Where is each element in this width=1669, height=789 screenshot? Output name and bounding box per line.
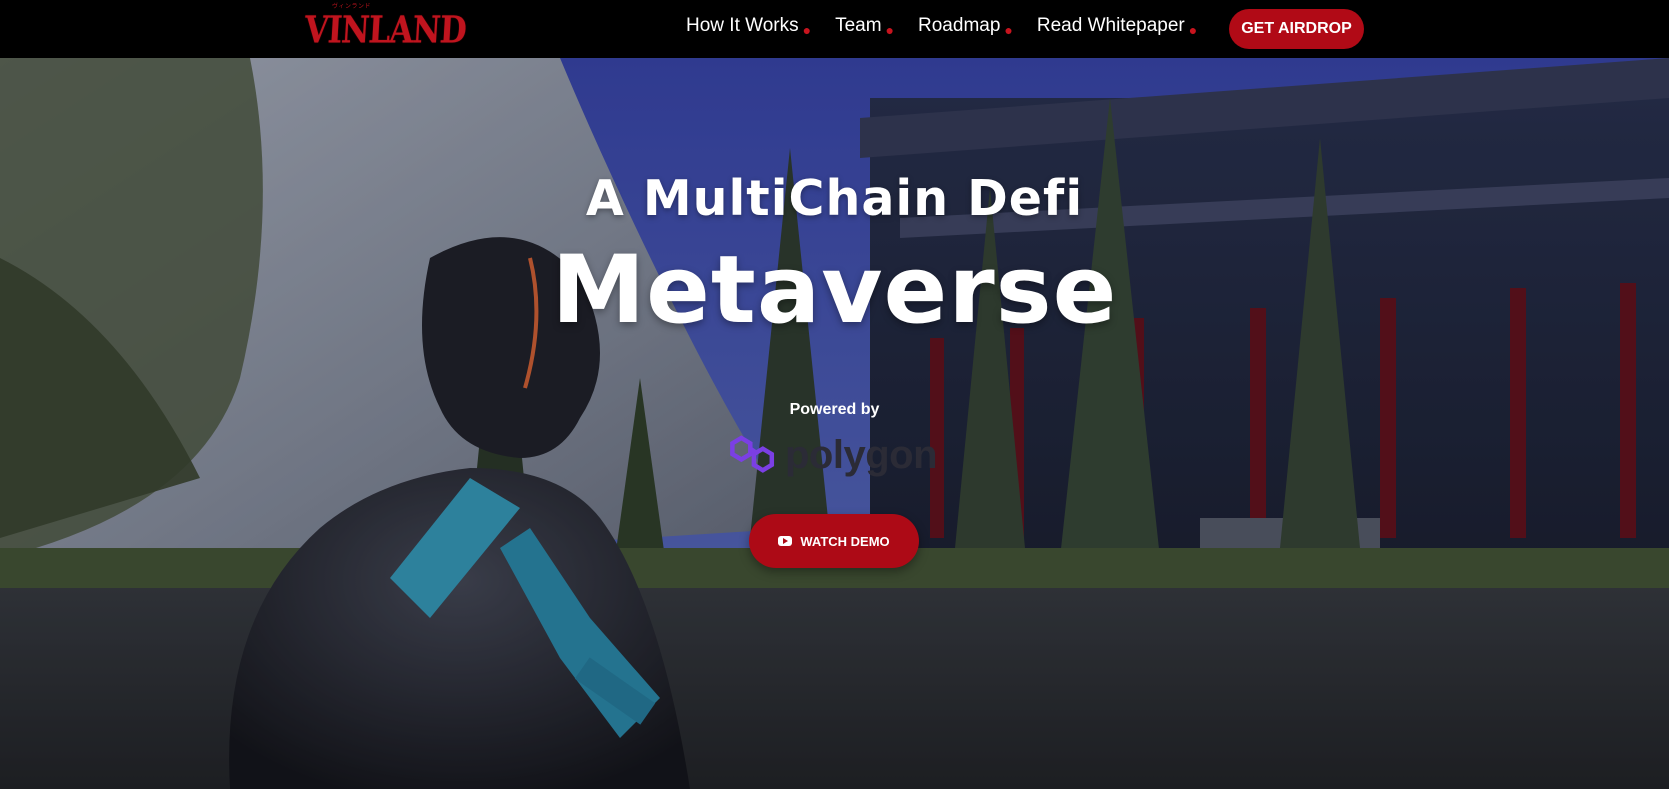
- top-navbar: ヴィンランド VINLAND How It Works ● Team ● Roa…: [0, 0, 1669, 58]
- watch-demo-label: WATCH DEMO: [800, 533, 890, 549]
- nav-links: How It Works ● Team ● Roadmap ● Read Whi…: [686, 0, 1221, 52]
- hero-title: Metaverse: [551, 236, 1118, 345]
- landing-page: ヴィンランド VINLAND How It Works ● Team ● Roa…: [0, 0, 1669, 789]
- nav-link-whitepaper[interactable]: Read Whitepaper ●: [1036, 15, 1198, 38]
- youtube-icon: [778, 536, 793, 546]
- dot-icon: ●: [1004, 22, 1013, 38]
- vinland-logo[interactable]: ヴィンランド VINLAND: [303, 0, 466, 52]
- dot-icon: ●: [885, 22, 895, 38]
- nav-link-roadmap[interactable]: Roadmap ●: [918, 15, 1013, 38]
- nav-link-how-it-works[interactable]: How It Works ●: [686, 15, 812, 38]
- polygon-logo: polygon: [727, 428, 938, 482]
- nav-link-label: Read Whitepaper: [1036, 15, 1185, 36]
- polygon-icon: [730, 435, 775, 473]
- get-airdrop-button[interactable]: GET AIRDROP: [1229, 9, 1364, 49]
- hero-subtitle: A MultiChain Defi: [585, 170, 1084, 227]
- powered-by-label: Powered by: [789, 401, 880, 418]
- hero-background-scene: [0, 58, 1669, 789]
- dot-icon: ●: [1188, 22, 1198, 38]
- nav-link-label: How It Works: [686, 15, 799, 36]
- dot-icon: ●: [802, 22, 812, 38]
- hero-section: A MultiChain Defi Metaverse Powered by p…: [0, 58, 1669, 789]
- nav-link-label: Roadmap: [918, 15, 1001, 36]
- logo-text: VINLAND: [303, 9, 467, 53]
- watch-demo-button[interactable]: WATCH DEMO: [749, 514, 919, 568]
- polygon-wordmark: polygon: [784, 432, 938, 477]
- nav-link-label: Team: [835, 15, 882, 36]
- nav-link-team[interactable]: Team ●: [835, 15, 895, 38]
